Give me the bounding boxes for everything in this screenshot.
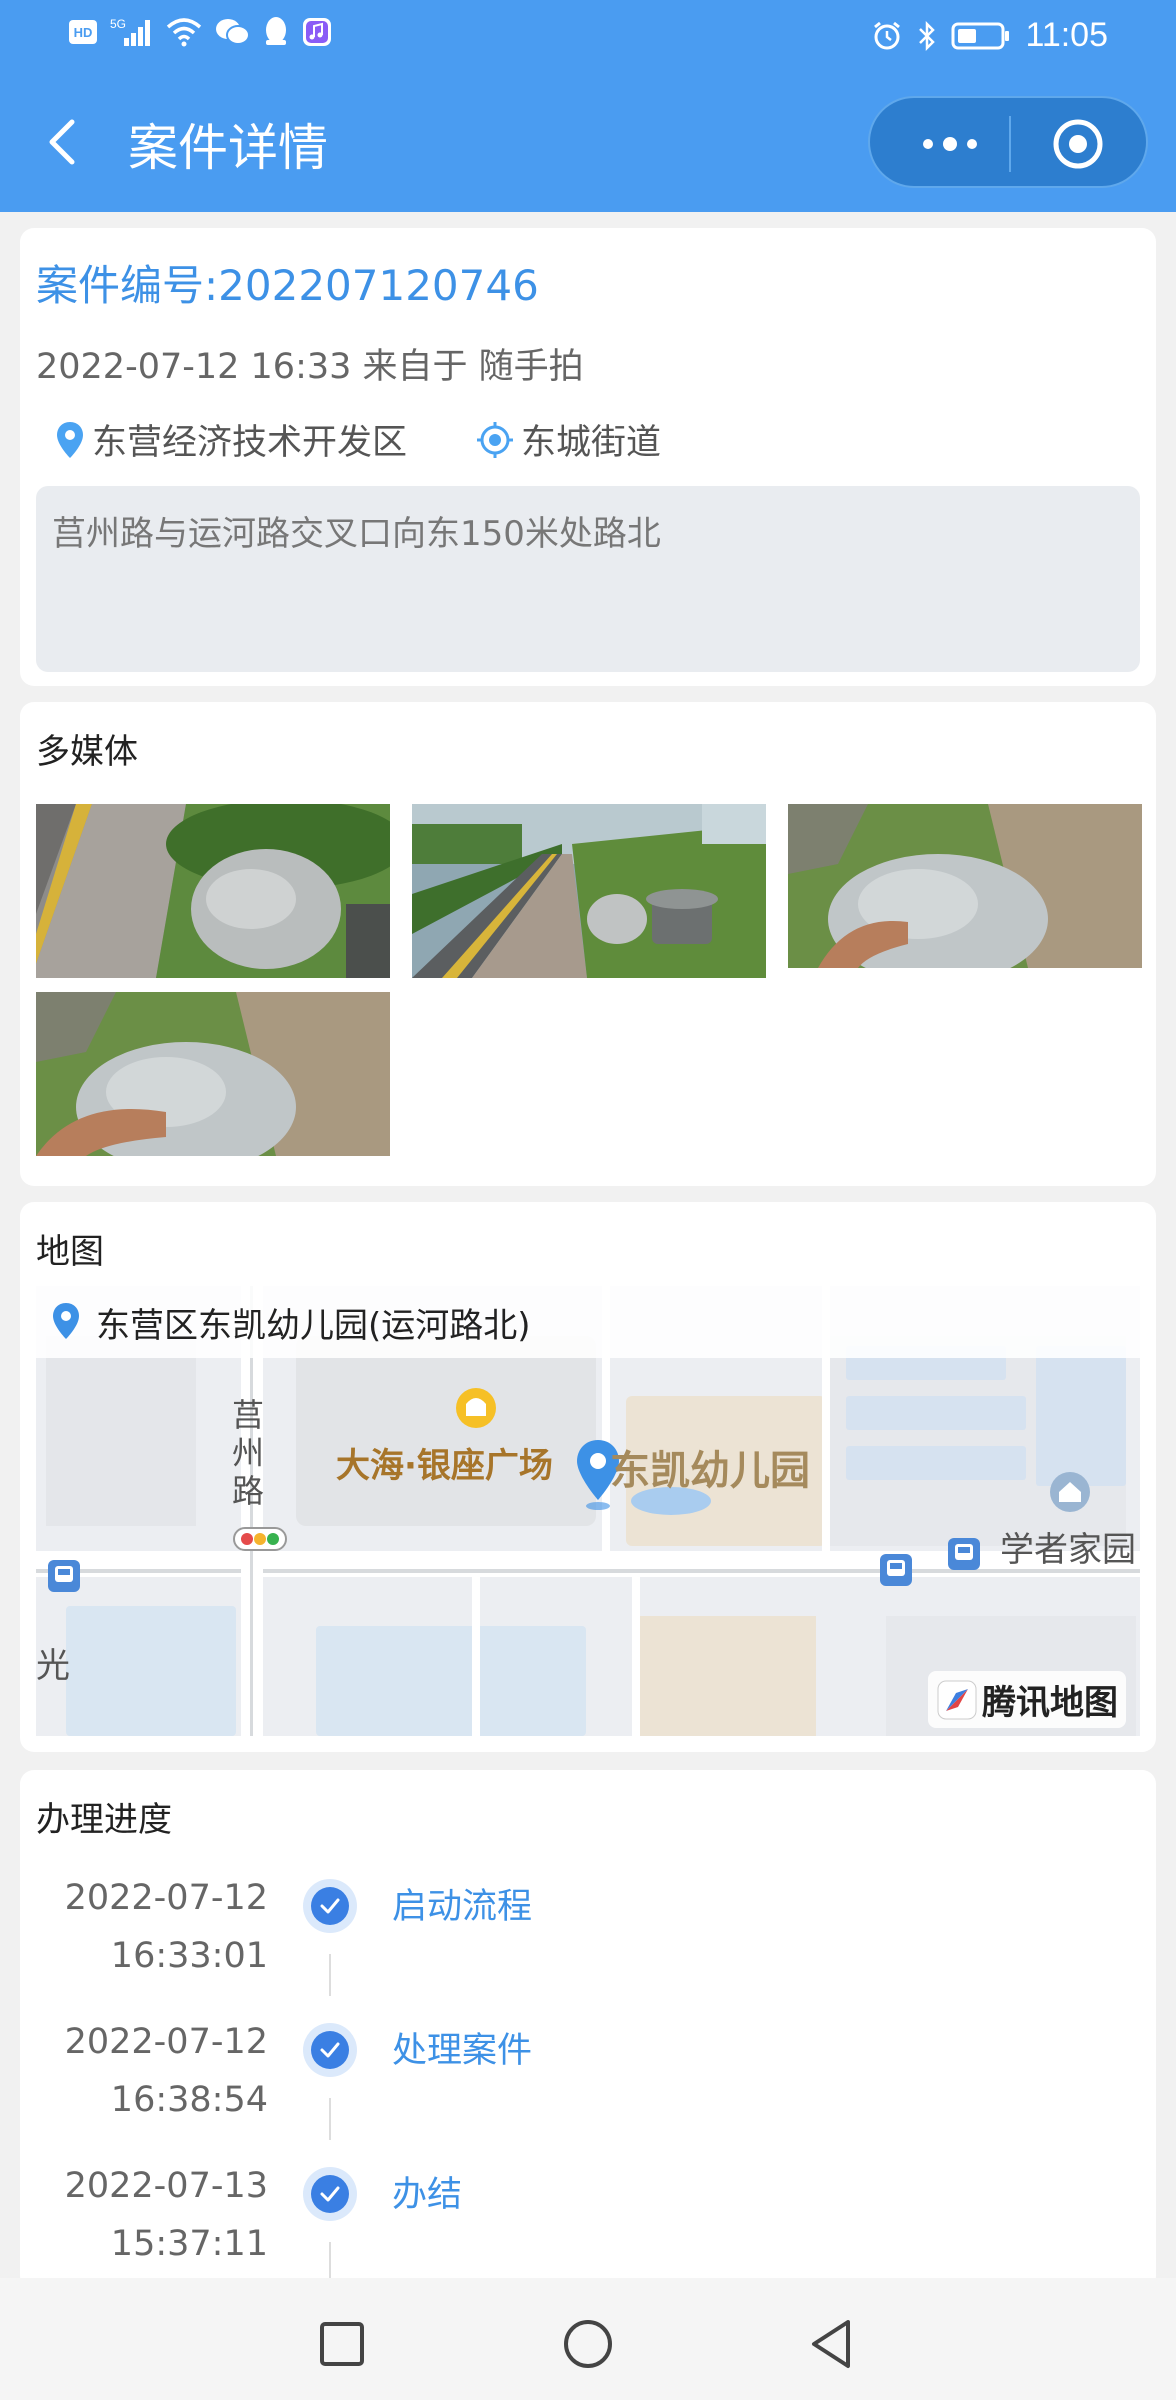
timeline-label: 办结	[392, 2175, 463, 2215]
qq-icon	[266, 17, 286, 45]
map-kindergarten-label: 东凯幼儿园	[610, 1448, 810, 1494]
location-row: 东营经济技术开发区 东城街道	[54, 414, 729, 465]
status-bar: HD 5G 11:05	[0, 0, 1176, 72]
map-residence-label: 学者家园	[1000, 1530, 1136, 1570]
signal-5g-icon: 5G	[110, 17, 150, 46]
bus-stop-icon	[880, 1554, 912, 1586]
map-card: 地图 东营区东凯幼儿园(运河路北) 莒州路 大海·银座广场 东凯幼儿园 学者家园…	[20, 1202, 1156, 1752]
progress-card: 办理进度 2022-07-12 16:33:01 启动流程 2022-07-12…	[20, 1770, 1156, 2290]
alarm-icon	[874, 21, 901, 49]
case-meta: 2022-07-12 16:33 来自于 随手拍	[36, 347, 584, 387]
case-number: 案件编号:202207120746	[36, 261, 539, 310]
hd-label: HD	[74, 25, 93, 40]
map-edge-label: 光	[36, 1646, 70, 1686]
capsule-divider	[1009, 116, 1011, 172]
chevron-left-icon[interactable]	[38, 112, 88, 172]
check-circle-icon	[303, 2023, 357, 2077]
check-circle-icon	[303, 1879, 357, 1933]
traffic-light-icon	[233, 1527, 287, 1551]
map-location-header: 东营区东凯幼儿园(运河路北)	[36, 1286, 1140, 1358]
timeline-date: 2022-07-12	[64, 1878, 268, 1918]
map-pin-icon	[53, 1303, 79, 1339]
more-dots-icon[interactable]	[910, 124, 990, 164]
media-title: 多媒体	[36, 732, 138, 772]
map-road-label: 莒州路	[232, 1396, 265, 1510]
map-title: 地图	[36, 1232, 104, 1272]
bus-stop-icon	[948, 1538, 980, 1570]
timeline-item: 2022-07-12 16:33:01 启动流程	[20, 1878, 1156, 2022]
timeline-date: 2022-07-12	[64, 2022, 268, 2062]
timeline-time: 16:33:01	[110, 1936, 268, 1976]
triangle-back-icon[interactable]	[802, 2314, 862, 2374]
timeline-label: 处理案件	[392, 2031, 533, 2071]
home-poi-icon	[1050, 1472, 1090, 1512]
case-info-card: 案件编号:202207120746 2022-07-12 16:33 来自于 随…	[20, 228, 1156, 686]
status-time: 11:05	[1025, 16, 1108, 54]
battery-icon	[951, 22, 1010, 49]
wechat-icon	[216, 19, 250, 45]
circle-home-icon[interactable]	[558, 2314, 618, 2374]
progress-title: 办理进度	[36, 1800, 172, 1840]
header-bar: 案件详情	[0, 72, 1176, 212]
check-circle-icon	[303, 2167, 357, 2221]
photo-4[interactable]	[36, 992, 390, 1156]
system-nav-bar	[0, 2278, 1176, 2400]
map-pin-icon	[57, 421, 83, 458]
timeline-connector	[329, 1954, 331, 1996]
status-left-icons: HD 5G	[68, 16, 332, 48]
map-location-text: 东营区东凯幼儿园(运河路北)	[96, 1305, 531, 1346]
timeline-label: 启动流程	[392, 1887, 533, 1927]
map-view[interactable]: 东营区东凯幼儿园(运河路北) 莒州路 大海·银座广场 东凯幼儿园 学者家园 光 …	[36, 1286, 1140, 1736]
mini-program-capsule	[868, 96, 1148, 188]
music-icon	[303, 18, 331, 46]
media-card: 多媒体	[20, 702, 1156, 1186]
locate-target-icon	[477, 421, 514, 458]
bus-stop-icon	[48, 1560, 80, 1592]
bluetooth-icon	[919, 20, 936, 51]
network-label: 5G	[110, 17, 126, 31]
tencent-map-icon	[937, 1680, 977, 1719]
map-provider-logo: 腾讯地图	[928, 1671, 1126, 1728]
wifi-icon	[166, 18, 202, 47]
page-title: 案件详情	[128, 119, 328, 177]
timeline-item: 2022-07-12 16:38:54 处理案件	[20, 2022, 1156, 2166]
photo-1[interactable]	[36, 804, 390, 978]
timeline-connector	[329, 2098, 331, 2140]
photo-2[interactable]	[412, 804, 766, 978]
map-mall-label: 大海·银座广场	[336, 1446, 553, 1486]
street-label: 东城街道	[521, 423, 662, 463]
square-recents-icon[interactable]	[312, 2314, 372, 2374]
district-label: 东营经济技术开发区	[92, 423, 408, 463]
status-right-icons: 11:05	[871, 16, 1108, 55]
address-description: 莒州路与运河路交叉口向东150米处路北	[36, 486, 1140, 672]
timeline-time: 16:38:54	[110, 2080, 268, 2120]
timeline-date: 2022-07-13	[64, 2166, 268, 2206]
street-item: 东城街道	[475, 414, 661, 465]
hd-icon: HD	[69, 20, 97, 44]
timeline-time: 15:37:11	[110, 2224, 268, 2264]
mall-poi-icon	[456, 1388, 496, 1428]
target-circle-icon[interactable]	[1052, 118, 1104, 170]
photo-3[interactable]	[788, 804, 1142, 968]
map-logo-text: 腾讯地图	[982, 1683, 1118, 1723]
district-item: 东营经济技术开发区	[54, 414, 407, 465]
